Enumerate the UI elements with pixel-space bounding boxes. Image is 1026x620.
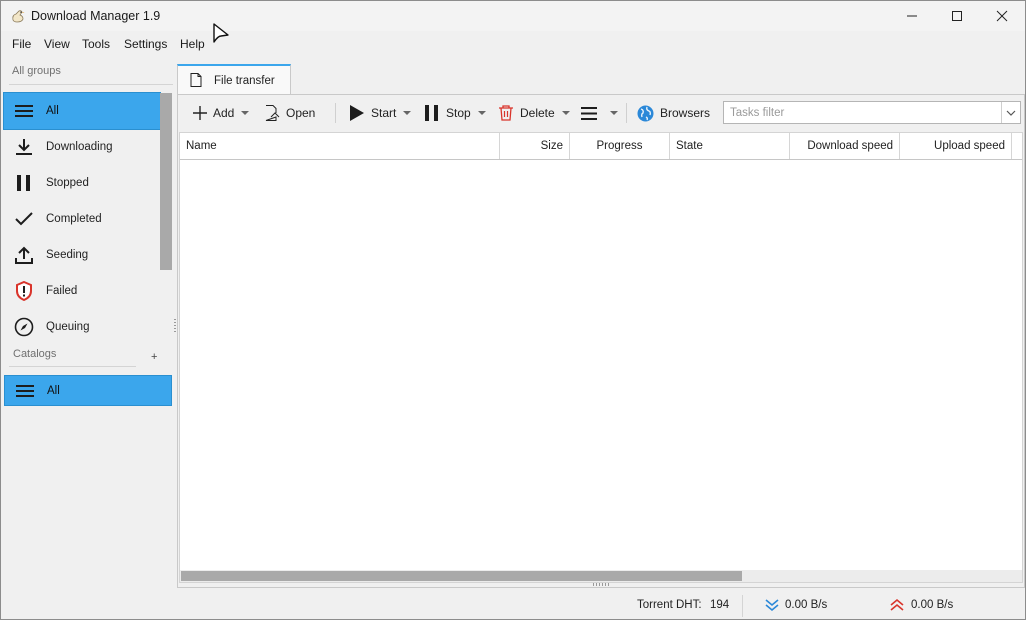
panel-resize-grip[interactable] [593, 583, 609, 586]
upload-speed-icon [890, 598, 904, 615]
catalogs-header: Catalogs [13, 348, 57, 360]
delete-button[interactable]: Delete [498, 102, 570, 124]
open-file-icon [264, 105, 280, 121]
browsers-button[interactable]: Browsers [637, 102, 710, 124]
tasks-filter-input[interactable] [724, 102, 1014, 123]
list-icon [5, 384, 45, 398]
sidebar-splitter[interactable] [174, 319, 176, 333]
close-icon [996, 10, 1008, 22]
plus-icon [193, 106, 207, 120]
trash-icon [498, 105, 514, 121]
start-button[interactable]: Start [349, 102, 412, 124]
start-dropdown-caret-icon[interactable] [403, 111, 412, 115]
tab-file-transfer[interactable]: File transfer [177, 64, 291, 95]
compass-icon [4, 317, 44, 337]
group-item-label: Seeding [46, 249, 89, 261]
group-item-stopped[interactable]: Stopped [4, 165, 160, 201]
group-item-label: Completed [46, 213, 102, 225]
catalogs-divider [9, 366, 136, 367]
browsers-label: Browsers [660, 106, 711, 120]
menu-view[interactable]: View [44, 37, 70, 51]
menu-file[interactable]: File [12, 37, 31, 51]
column-header-progress[interactable]: Progress [570, 133, 670, 159]
group-item-seeding[interactable]: Seeding [4, 237, 160, 273]
tasks-table[interactable]: Name Size Progress State Download speed … [179, 132, 1023, 583]
document-icon [190, 73, 202, 90]
tab-label: File transfer [214, 75, 275, 87]
group-item-label: Stopped [46, 177, 89, 189]
pause-icon [4, 175, 44, 191]
maximize-icon [952, 11, 962, 21]
column-header-size[interactable]: Size [500, 133, 570, 159]
app-window: Download Manager 1.9 File View Tools Set… [0, 0, 1026, 620]
stop-label: Stop [446, 106, 471, 120]
add-catalog-button[interactable]: + [151, 351, 157, 363]
menu-settings[interactable]: Settings [124, 37, 167, 51]
add-dropdown-caret-icon[interactable] [241, 111, 250, 115]
window-title: Download Manager 1.9 [31, 9, 161, 23]
group-item-queuing[interactable]: Queuing [4, 309, 160, 345]
horizontal-scrollbar[interactable] [180, 570, 1022, 582]
column-header-download-speed[interactable]: Download speed [790, 133, 900, 159]
open-button[interactable]: Open [264, 102, 315, 124]
download-speed-icon [765, 598, 779, 615]
groups-list: All Downloading Stopped Completed Seedin… [3, 92, 161, 345]
title-bar[interactable]: Download Manager 1.9 [1, 1, 1025, 31]
pause-icon [424, 105, 440, 121]
toolbar-separator [626, 103, 627, 123]
play-icon [349, 105, 365, 121]
group-item-label: All [46, 105, 59, 117]
menu-tools[interactable]: Tools [82, 37, 110, 51]
menu-options-dropdown-caret-icon[interactable] [610, 111, 618, 115]
group-item-label: Downloading [46, 141, 113, 153]
group-item-all[interactable]: All [3, 92, 161, 130]
menu-help[interactable]: Help [180, 37, 205, 51]
group-item-failed[interactable]: Failed [4, 273, 160, 309]
hamburger-menu-icon [581, 106, 597, 120]
dht-value: 194 [710, 599, 730, 611]
chevron-down-icon[interactable] [1001, 102, 1020, 123]
download-speed-value: 0.00 B/s [785, 599, 828, 611]
shield-alert-icon [4, 281, 44, 301]
horizontal-scrollbar-thumb[interactable] [181, 571, 742, 581]
groups-header: All groups [12, 65, 61, 77]
app-logo-icon [10, 8, 26, 24]
group-item-downloading[interactable]: Downloading [4, 129, 160, 165]
stop-dropdown-caret-icon[interactable] [477, 111, 486, 115]
catalog-item-all[interactable]: All [4, 375, 172, 406]
minimize-icon [907, 15, 917, 17]
upload-speed-value: 0.00 B/s [911, 599, 954, 611]
catalog-item-label: All [47, 384, 60, 397]
open-label: Open [286, 106, 316, 120]
minimize-button[interactable] [889, 1, 935, 31]
dht-label: Torrent DHT: [637, 599, 702, 611]
stop-button[interactable]: Stop [424, 102, 486, 124]
delete-label: Delete [520, 106, 555, 120]
delete-dropdown-caret-icon[interactable] [561, 111, 570, 115]
add-button[interactable]: Add [193, 102, 250, 124]
column-header-upload-speed[interactable]: Upload speed [900, 133, 1012, 159]
status-separator [742, 595, 743, 617]
start-label: Start [371, 106, 397, 120]
column-header-name[interactable]: Name [180, 133, 500, 159]
maximize-button[interactable] [934, 1, 980, 31]
mouse-cursor-icon [213, 23, 229, 43]
close-button[interactable] [979, 1, 1025, 31]
list-icon [4, 104, 44, 118]
toolbar-separator [335, 103, 336, 123]
group-item-completed[interactable]: Completed [4, 201, 160, 237]
groups-divider [9, 84, 173, 85]
download-icon [4, 138, 44, 156]
groups-scrollbar[interactable] [160, 93, 172, 270]
tasks-filter-combobox[interactable] [723, 101, 1021, 124]
check-icon [4, 211, 44, 227]
column-header-state[interactable]: State [670, 133, 790, 159]
table-header: Name Size Progress State Download speed … [180, 133, 1022, 160]
group-item-label: Queuing [46, 321, 90, 333]
globe-icon [637, 105, 654, 122]
add-label: Add [213, 106, 235, 120]
menu-options-button[interactable] [581, 102, 618, 124]
upload-icon [4, 246, 44, 264]
group-item-label: Failed [46, 285, 78, 297]
